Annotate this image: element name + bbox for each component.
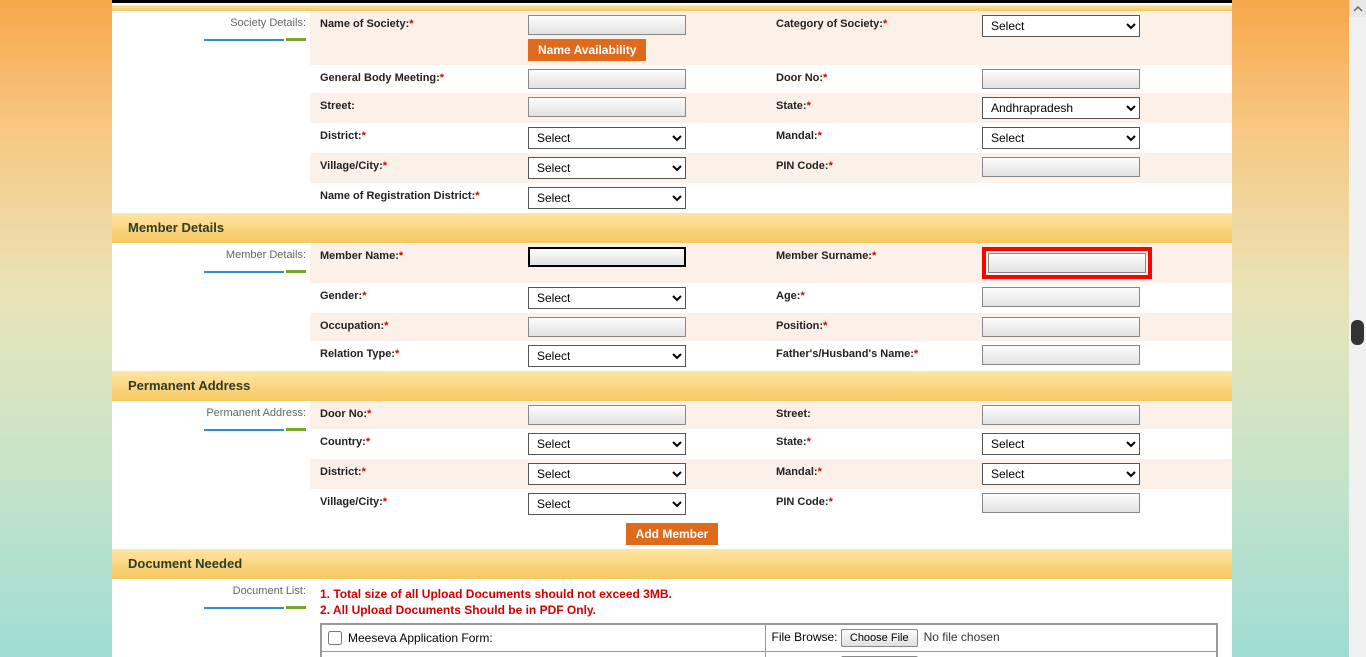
label-door-no: Door No:* — [766, 65, 976, 93]
label-street: Street: — [310, 93, 522, 123]
label-mandal: Mandal:* — [766, 459, 976, 489]
label-age: Age:* — [766, 283, 976, 313]
label-state: State:* — [766, 429, 976, 459]
member-surname-highlight — [982, 247, 1152, 279]
age-input[interactable] — [982, 287, 1140, 307]
country-select[interactable]: Select — [528, 433, 686, 455]
name-of-society-input[interactable] — [528, 15, 686, 35]
doc-label: Meeseva Application Form: — [348, 631, 493, 645]
member-sublabel: Member Details: — [112, 243, 310, 273]
position-input[interactable] — [982, 317, 1140, 337]
name-availability-button[interactable]: Name Availability — [528, 39, 646, 61]
add-member-button[interactable]: Add Member — [626, 523, 719, 545]
member-name-input[interactable] — [528, 247, 686, 267]
label-street: Street: — [766, 401, 976, 429]
scrollbar-thumb[interactable] — [1351, 320, 1364, 345]
pin-code-input[interactable] — [982, 493, 1140, 513]
label-mandal: Mandal:* — [766, 123, 976, 153]
street-input[interactable] — [528, 97, 686, 117]
label-general-body-meeting: General Body Meeting:* — [310, 65, 522, 93]
general-body-meeting-input[interactable] — [528, 69, 686, 89]
door-no-input[interactable] — [528, 405, 686, 425]
label-father-s-husband-s-name: Father's/Husband's Name:* — [766, 341, 976, 371]
top-divider — [112, 0, 1232, 3]
label-district: District:* — [310, 459, 522, 489]
doc-checkbox[interactable] — [328, 631, 342, 645]
state-select[interactable]: Select — [982, 433, 1140, 455]
doc-row: Memorandum and ByeLaw:*File Browse: Choo… — [321, 652, 1217, 657]
scrollbar-up-icon[interactable] — [1349, 0, 1366, 17]
street-input[interactable] — [982, 405, 1140, 425]
label-gender: Gender:* — [310, 283, 522, 313]
perm-sublabel: Permanent Address: — [112, 401, 310, 431]
perm-section-header: Permanent Address — [112, 371, 1232, 401]
state-select[interactable]: Andhrapradesh — [982, 97, 1140, 119]
village-city-select[interactable]: Select — [528, 493, 686, 515]
mandal-select[interactable]: Select — [982, 127, 1140, 149]
door-no-input[interactable] — [982, 69, 1140, 89]
label-pin-code: PIN Code:* — [766, 489, 976, 519]
category-of-society-select[interactable]: Select — [982, 15, 1140, 37]
district-select[interactable]: Select — [528, 463, 686, 485]
label-category-of-society: Category of Society:* — [766, 11, 976, 65]
form-container: Society Details: Name of Society:* Name A… — [112, 0, 1232, 657]
label-occupation: Occupation:* — [310, 313, 522, 341]
label-member-surname: Member Surname:* — [766, 243, 976, 283]
label-pin-code: PIN Code:* — [766, 153, 976, 183]
label-member-name: Member Name:* — [310, 243, 522, 283]
doc-notes: 1. Total size of all Upload Documents sh… — [310, 579, 1232, 623]
relation-type-select[interactable]: Select — [528, 345, 686, 367]
label-state: State:* — [766, 93, 976, 123]
label-district: District:* — [310, 123, 522, 153]
name-of-registration-district-select[interactable]: Select — [528, 187, 686, 209]
docs-section-header: Document Needed — [112, 549, 1232, 579]
no-file-text: No file chosen — [924, 630, 1000, 644]
pin-code-input[interactable] — [982, 157, 1140, 177]
label-village-city: Village/City:* — [310, 489, 522, 519]
label-position: Position:* — [766, 313, 976, 341]
village-city-select[interactable]: Select — [528, 157, 686, 179]
label-village-city: Village/City:* — [310, 153, 522, 183]
label-name-of-society: Name of Society:* — [310, 11, 522, 65]
choose-file-button[interactable]: Choose File — [841, 629, 918, 647]
label-relation-type: Relation Type:* — [310, 341, 522, 371]
label- — [766, 183, 976, 213]
docs-sublabel: Document List: — [112, 579, 310, 609]
society-sublabel: Society Details: — [112, 11, 310, 41]
mandal-select[interactable]: Select — [982, 463, 1140, 485]
label-name-of-registration-district: Name of Registration District:* — [310, 183, 522, 213]
member-surname-input[interactable] — [988, 253, 1146, 273]
occupation-input[interactable] — [528, 317, 686, 337]
file-browse-label: File Browse: — [772, 630, 838, 644]
doc-row: Meeseva Application Form: File Browse: Ch… — [321, 624, 1217, 652]
label-country: Country:* — [310, 429, 522, 459]
doc-table: Meeseva Application Form: File Browse: Ch… — [320, 623, 1218, 657]
label-door-no: Door No:* — [310, 401, 522, 429]
father-s-husband-s-name-input[interactable] — [982, 345, 1140, 365]
district-select[interactable]: Select — [528, 127, 686, 149]
member-section-header: Member Details — [112, 213, 1232, 243]
gender-select[interactable]: Select — [528, 287, 686, 309]
